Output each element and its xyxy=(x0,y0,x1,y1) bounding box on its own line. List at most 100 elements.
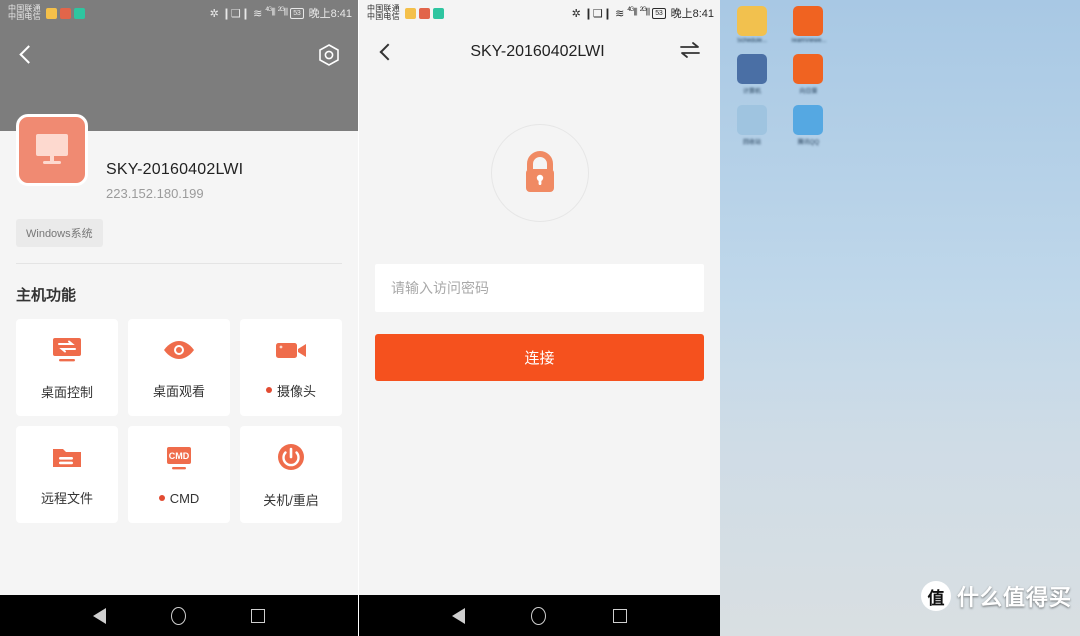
feature-label: 摄像头 xyxy=(265,381,316,400)
carrier-text: 中国联通 中国电信 xyxy=(8,4,41,22)
qq-icon xyxy=(793,105,824,135)
notification-icon-1 xyxy=(45,7,57,19)
wifi-icon: ≋ xyxy=(253,7,263,20)
feature-tile-desktop-control[interactable]: 桌面控制 xyxy=(16,319,118,416)
notification-icon-3 xyxy=(432,7,444,19)
signal-4g-icon: 4G⦀ xyxy=(265,7,275,19)
feature-tile-cmd[interactable]: CMD CMD xyxy=(128,426,230,523)
lock-badge xyxy=(490,124,589,222)
eye-icon xyxy=(161,336,197,369)
swap-arrows-icon[interactable] xyxy=(678,40,702,65)
desktop-icon-label: Schedule... xyxy=(736,38,768,44)
folder-shortcut-icon xyxy=(737,6,767,36)
cmd-icon: CMD xyxy=(161,444,197,479)
computer-icon xyxy=(737,54,767,84)
carrier-line-2: 中国电信 xyxy=(367,12,400,21)
signal-2g-icon: 2G⦀ xyxy=(277,7,288,19)
desktop-icon-list: Schedule... TeamViewe... 计算机 向日葵 回收站 腾讯Q… xyxy=(726,6,836,156)
monitor-icon xyxy=(16,114,88,186)
signal-2g-icon: 2G⦀ xyxy=(639,7,650,19)
vibrate-icon: ❙❑❙ xyxy=(221,7,251,20)
status-badge: Windows系统 xyxy=(16,219,103,247)
status-app-icons xyxy=(404,7,444,19)
battery-indicator: 53 xyxy=(290,7,304,19)
recents-square-icon[interactable] xyxy=(612,608,627,623)
feature-label: 关机/重启 xyxy=(263,490,319,509)
recents-square-icon[interactable] xyxy=(251,608,266,623)
status-bar-left: 中国联通 中国电信 ✲ ❙❑❙ ≋ 4G⦀ 2G⦀ 53 晚上8:41 xyxy=(0,0,358,26)
panel-remote-desktop: Schedule... TeamViewe... 计算机 向日葵 回收站 腾讯Q… xyxy=(720,0,1080,636)
password-input[interactable] xyxy=(375,264,704,312)
back-triangle-icon[interactable] xyxy=(452,607,466,624)
device-ip: 223.152.180.199 xyxy=(106,186,204,201)
lock-icon xyxy=(525,151,554,192)
device-name: SKY-20160402LWI xyxy=(106,161,244,178)
feature-label-text: 桌面观看 xyxy=(152,383,205,399)
status-clock: 晚上8:41 xyxy=(670,8,714,20)
android-nav-bar xyxy=(0,595,358,636)
screenshot-stage: 中国联通 中国电信 ✲ ❙❑❙ ≋ 4G⦀ 2G⦀ 53 晚上8:41 SKY-… xyxy=(0,0,1080,636)
desktop-icon[interactable]: 腾讯QQ xyxy=(784,105,832,146)
feature-tile-camera[interactable]: 摄像头 xyxy=(240,319,342,416)
desktop-icon[interactable]: TeamViewe... xyxy=(784,6,832,44)
teamviewer-icon xyxy=(793,6,824,36)
feature-label: 桌面观看 xyxy=(153,381,205,400)
device-text-block: SKY-20160402LWI 223.152.180.199 xyxy=(106,157,243,201)
signal-4g-icon: 4G⦀ xyxy=(627,7,637,19)
status-bar-middle: 中国联通 中国电信 ✲ ❙❑❙ ≋ 4G⦀ 2G⦀ 53 晚上8:41 xyxy=(359,0,720,26)
desktop-icon-label: 计算机 xyxy=(742,89,761,95)
home-circle-icon[interactable] xyxy=(531,606,547,625)
desktop-icon[interactable]: 计算机 xyxy=(728,54,776,95)
feature-label-text: 远程文件 xyxy=(40,490,93,506)
status-app-icons xyxy=(45,7,85,19)
vibrate-icon: ❙❑❙ xyxy=(583,7,613,20)
connect-button[interactable]: 连接 xyxy=(375,334,704,381)
feature-tile-power[interactable]: 关机/重启 xyxy=(240,426,342,523)
power-icon xyxy=(275,441,307,478)
battery-indicator: 53 xyxy=(652,7,666,19)
feature-label: 桌面控制 xyxy=(41,382,93,401)
recycle-bin-icon xyxy=(737,105,767,135)
status-indicators: ✲ ❙❑❙ ≋ 4G⦀ 2G⦀ 53 晚上8:41 xyxy=(210,5,352,21)
status-dot-icon xyxy=(265,387,272,393)
watermark: 值 什么值得买 xyxy=(920,580,1072,612)
svg-text:CMD: CMD xyxy=(169,451,190,461)
status-clock: 晚上8:41 xyxy=(308,8,352,20)
feature-label: CMD xyxy=(158,490,200,506)
back-button[interactable] xyxy=(377,42,397,62)
home-circle-icon[interactable] xyxy=(170,606,186,625)
feature-label: 远程文件 xyxy=(41,488,93,507)
device-header-nav xyxy=(0,30,358,80)
desktop-icon-label: TeamViewe... xyxy=(790,38,827,44)
panel-password: 中国联通 中国电信 ✲ ❙❑❙ ≋ 4G⦀ 2G⦀ 53 晚上8:41 SKY-… xyxy=(358,0,720,636)
desktop-control-icon xyxy=(50,335,84,370)
feature-label-text: CMD xyxy=(169,490,200,506)
feature-tile-desktop-view[interactable]: 桌面观看 xyxy=(128,319,230,416)
watermark-badge: 值 xyxy=(920,581,951,611)
feature-label-text: 桌面控制 xyxy=(40,384,93,400)
desktop-icon[interactable]: Schedule... xyxy=(728,6,776,44)
wifi-icon: ≋ xyxy=(615,7,625,20)
notification-icon-2 xyxy=(59,7,71,19)
desktop-icon-label: 向日葵 xyxy=(799,89,818,95)
notification-icon-1 xyxy=(404,7,416,19)
bluetooth-icon: ✲ xyxy=(571,7,581,20)
device-summary-card: SKY-20160402LWI 223.152.180.199 xyxy=(0,114,358,201)
carrier-text: 中国联通 中国电信 xyxy=(367,4,400,22)
back-button[interactable] xyxy=(16,44,38,66)
status-dot-icon xyxy=(158,495,165,501)
feature-tile-remote-files[interactable]: 远程文件 xyxy=(16,426,118,523)
feature-label-text: 摄像头 xyxy=(276,383,316,399)
folder-icon xyxy=(50,443,84,476)
gear-icon[interactable] xyxy=(316,42,342,68)
notification-icon-3 xyxy=(73,7,85,19)
page-title: 主机功能 xyxy=(16,287,77,304)
carrier-line-2: 中国电信 xyxy=(8,12,41,21)
sunlogin-icon xyxy=(793,54,824,84)
notification-icon-2 xyxy=(418,7,430,19)
back-triangle-icon[interactable] xyxy=(92,607,106,624)
desktop-icon-label: 腾讯QQ xyxy=(797,140,820,146)
password-header: SKY-20160402LWI xyxy=(359,26,720,78)
desktop-icon[interactable]: 回收站 xyxy=(728,105,776,146)
desktop-icon[interactable]: 向日葵 xyxy=(784,54,832,95)
